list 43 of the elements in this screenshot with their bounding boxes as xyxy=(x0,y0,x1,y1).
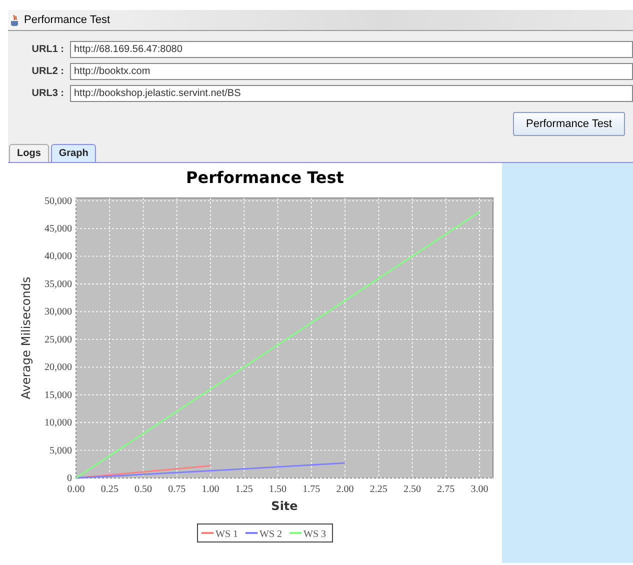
y-tick-label: 35,000 xyxy=(44,278,72,290)
legend-item: WS 2 xyxy=(246,529,282,540)
y-tick-label: 10,000 xyxy=(44,418,72,429)
tab[interactable]: Logs xyxy=(9,144,49,162)
url-field[interactable]: http://bookshop.jelastic.servint.net/BS xyxy=(70,85,633,102)
chart-title: Performance Test xyxy=(186,168,344,187)
tab[interactable]: Graph xyxy=(50,144,96,162)
y-tick-label: 30,000 xyxy=(44,306,72,318)
x-tick-label: 2.75 xyxy=(437,484,455,495)
y-tick-label: 15,000 xyxy=(44,390,72,401)
x-tick-label: 1.75 xyxy=(302,484,320,495)
x-tick-label: 2.25 xyxy=(370,484,388,495)
legend-label: WS 3 xyxy=(304,529,326,540)
x-tick-label: 1.00 xyxy=(202,484,220,495)
legend-label: WS 1 xyxy=(216,529,238,540)
x-tick-label: 1.25 xyxy=(235,484,253,495)
y-tick-label: 20,000 xyxy=(44,362,72,374)
y-tick-label: 45,000 xyxy=(44,224,72,234)
legend-item: WS 3 xyxy=(290,529,326,540)
y-tick-label: 5,000 xyxy=(50,445,72,456)
x-tick-label: 0.50 xyxy=(134,484,152,495)
x-tick-label: 3.00 xyxy=(470,484,488,495)
y-tick-label: 25,000 xyxy=(44,334,72,346)
x-tick-label: 2.00 xyxy=(336,484,354,495)
x-tick-label: 2.50 xyxy=(404,484,422,495)
legend-label: WS 2 xyxy=(260,529,282,540)
x-tick-label: 0.75 xyxy=(168,484,186,495)
performance-test-button[interactable]: Performance Test xyxy=(512,112,625,136)
url-label: URL2 : xyxy=(30,66,64,77)
y-tick-label: 0 xyxy=(67,473,72,484)
y-tick-label: 40,000 xyxy=(44,251,72,262)
y-axis-label: Average Miliseconds xyxy=(19,276,33,400)
url-field[interactable]: http://68.169.56.47:8080 xyxy=(70,41,633,58)
url-label: URL1 : xyxy=(30,44,64,55)
x-tick-label: 0.00 xyxy=(67,484,85,495)
y-tick-label: 50,000 xyxy=(44,196,72,207)
x-tick-label: 0.25 xyxy=(100,484,118,495)
x-tick-label: 1.50 xyxy=(269,484,287,495)
url-label: URL3 : xyxy=(30,88,64,99)
url-field[interactable]: http://booktx.com xyxy=(70,63,633,80)
x-axis-label: Site xyxy=(271,499,298,513)
legend-item: WS 1 xyxy=(202,529,238,540)
window-title: Performance Test xyxy=(24,14,110,26)
